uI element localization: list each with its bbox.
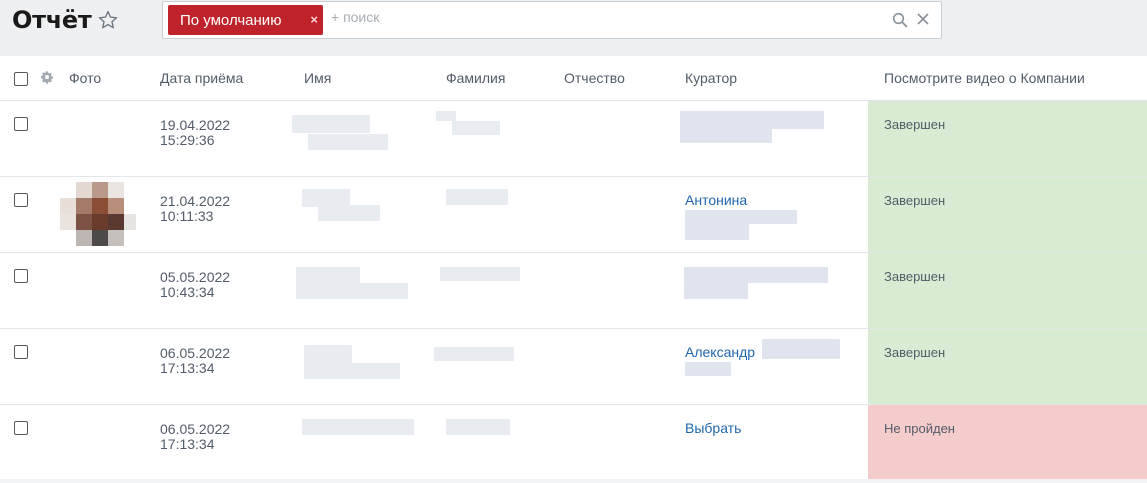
row-checkbox[interactable] (14, 193, 28, 207)
grid-bottom-border (0, 479, 1147, 483)
search-icon[interactable] (892, 12, 908, 28)
redacted-first-name (292, 115, 370, 133)
table-row[interactable]: 06.05.2022 17:13:34 Выбрать Не пройден (0, 405, 1147, 481)
row-checkbox[interactable] (14, 269, 28, 283)
column-header-photo[interactable]: Фото (69, 70, 101, 86)
redacted-first-name (302, 419, 414, 435)
table-row[interactable]: 06.05.2022 17:13:34 Александр Завершен (0, 329, 1147, 405)
status-cell: Не пройден (868, 405, 1147, 480)
filter-preset-chip[interactable]: По умолчанию × (168, 5, 323, 35)
redacted-last-name (452, 121, 500, 135)
column-header-curator[interactable]: Куратор (685, 70, 737, 86)
redacted-curator (762, 339, 840, 359)
column-header-first-name[interactable]: Имя (304, 70, 331, 86)
time-value: 10:43:34 (160, 284, 215, 300)
column-header-video[interactable]: Посмотрите видео о Компании (884, 70, 1085, 86)
redacted-curator (680, 129, 772, 143)
filter-search-box[interactable]: По умолчанию × (162, 1, 942, 39)
time-value: 15:29:36 (160, 132, 215, 148)
grid-header: Фото Дата приёма Имя Фамилия Отчество Ку… (0, 56, 1147, 101)
table-row[interactable]: 21.04.2022 10:11:33 Антонина Завершен (0, 177, 1147, 253)
redacted-first-name (296, 283, 408, 299)
redacted-last-name (440, 267, 520, 281)
time-value: 17:13:34 (160, 436, 215, 452)
redacted-last-name (434, 347, 514, 361)
redacted-last-name (446, 419, 510, 435)
page-title: Отчёт (12, 6, 92, 34)
status-cell: Завершен (868, 101, 1147, 176)
choose-curator-link[interactable]: Выбрать (685, 420, 741, 436)
redacted-curator (680, 111, 824, 129)
column-header-date[interactable]: Дата приёма (160, 70, 243, 86)
top-bar: Отчёт По умолчанию × (0, 0, 1147, 56)
employee-photo[interactable] (60, 182, 136, 246)
redacted-curator (684, 283, 748, 299)
status-cell: Завершен (868, 329, 1147, 404)
status-cell: Завершен (868, 177, 1147, 252)
redacted-curator (685, 362, 731, 376)
redacted-curator (684, 267, 828, 283)
gear-icon[interactable] (40, 70, 54, 84)
search-input[interactable] (331, 9, 871, 25)
redacted-last-name (436, 111, 456, 121)
row-checkbox[interactable] (14, 421, 28, 435)
remove-filter-icon[interactable]: × (310, 12, 318, 27)
redacted-last-name (446, 189, 508, 205)
redacted-first-name (304, 363, 400, 379)
date-value: 21.04.2022 (160, 193, 231, 209)
date-value: 06.05.2022 (160, 421, 231, 437)
table-row[interactable]: 05.05.2022 10:43:34 Завершен (0, 253, 1147, 329)
select-all-checkbox[interactable] (14, 72, 28, 86)
filter-preset-label: По умолчанию (180, 12, 282, 29)
date-value: 06.05.2022 (160, 345, 231, 361)
date-value: 05.05.2022 (160, 269, 231, 285)
redacted-first-name (304, 345, 352, 363)
clear-search-icon[interactable] (916, 12, 930, 26)
status-cell: Завершен (868, 253, 1147, 328)
redacted-first-name (308, 134, 388, 150)
redacted-curator (685, 210, 797, 224)
date-value: 19.04.2022 (160, 117, 231, 133)
column-header-patronymic[interactable]: Отчество (564, 70, 625, 86)
column-header-last-name[interactable]: Фамилия (446, 70, 505, 86)
row-checkbox[interactable] (14, 345, 28, 359)
redacted-first-name (296, 267, 360, 283)
curator-link[interactable]: Антонина (685, 192, 747, 208)
table-row[interactable]: 19.04.2022 15:29:36 Завершен (0, 101, 1147, 177)
redacted-first-name (318, 205, 380, 221)
curator-link[interactable]: Александр (685, 344, 755, 360)
row-checkbox[interactable] (14, 117, 28, 131)
time-value: 17:13:34 (160, 360, 215, 376)
star-icon[interactable] (97, 9, 119, 31)
redacted-curator (685, 224, 749, 240)
time-value: 10:11:33 (160, 208, 214, 224)
